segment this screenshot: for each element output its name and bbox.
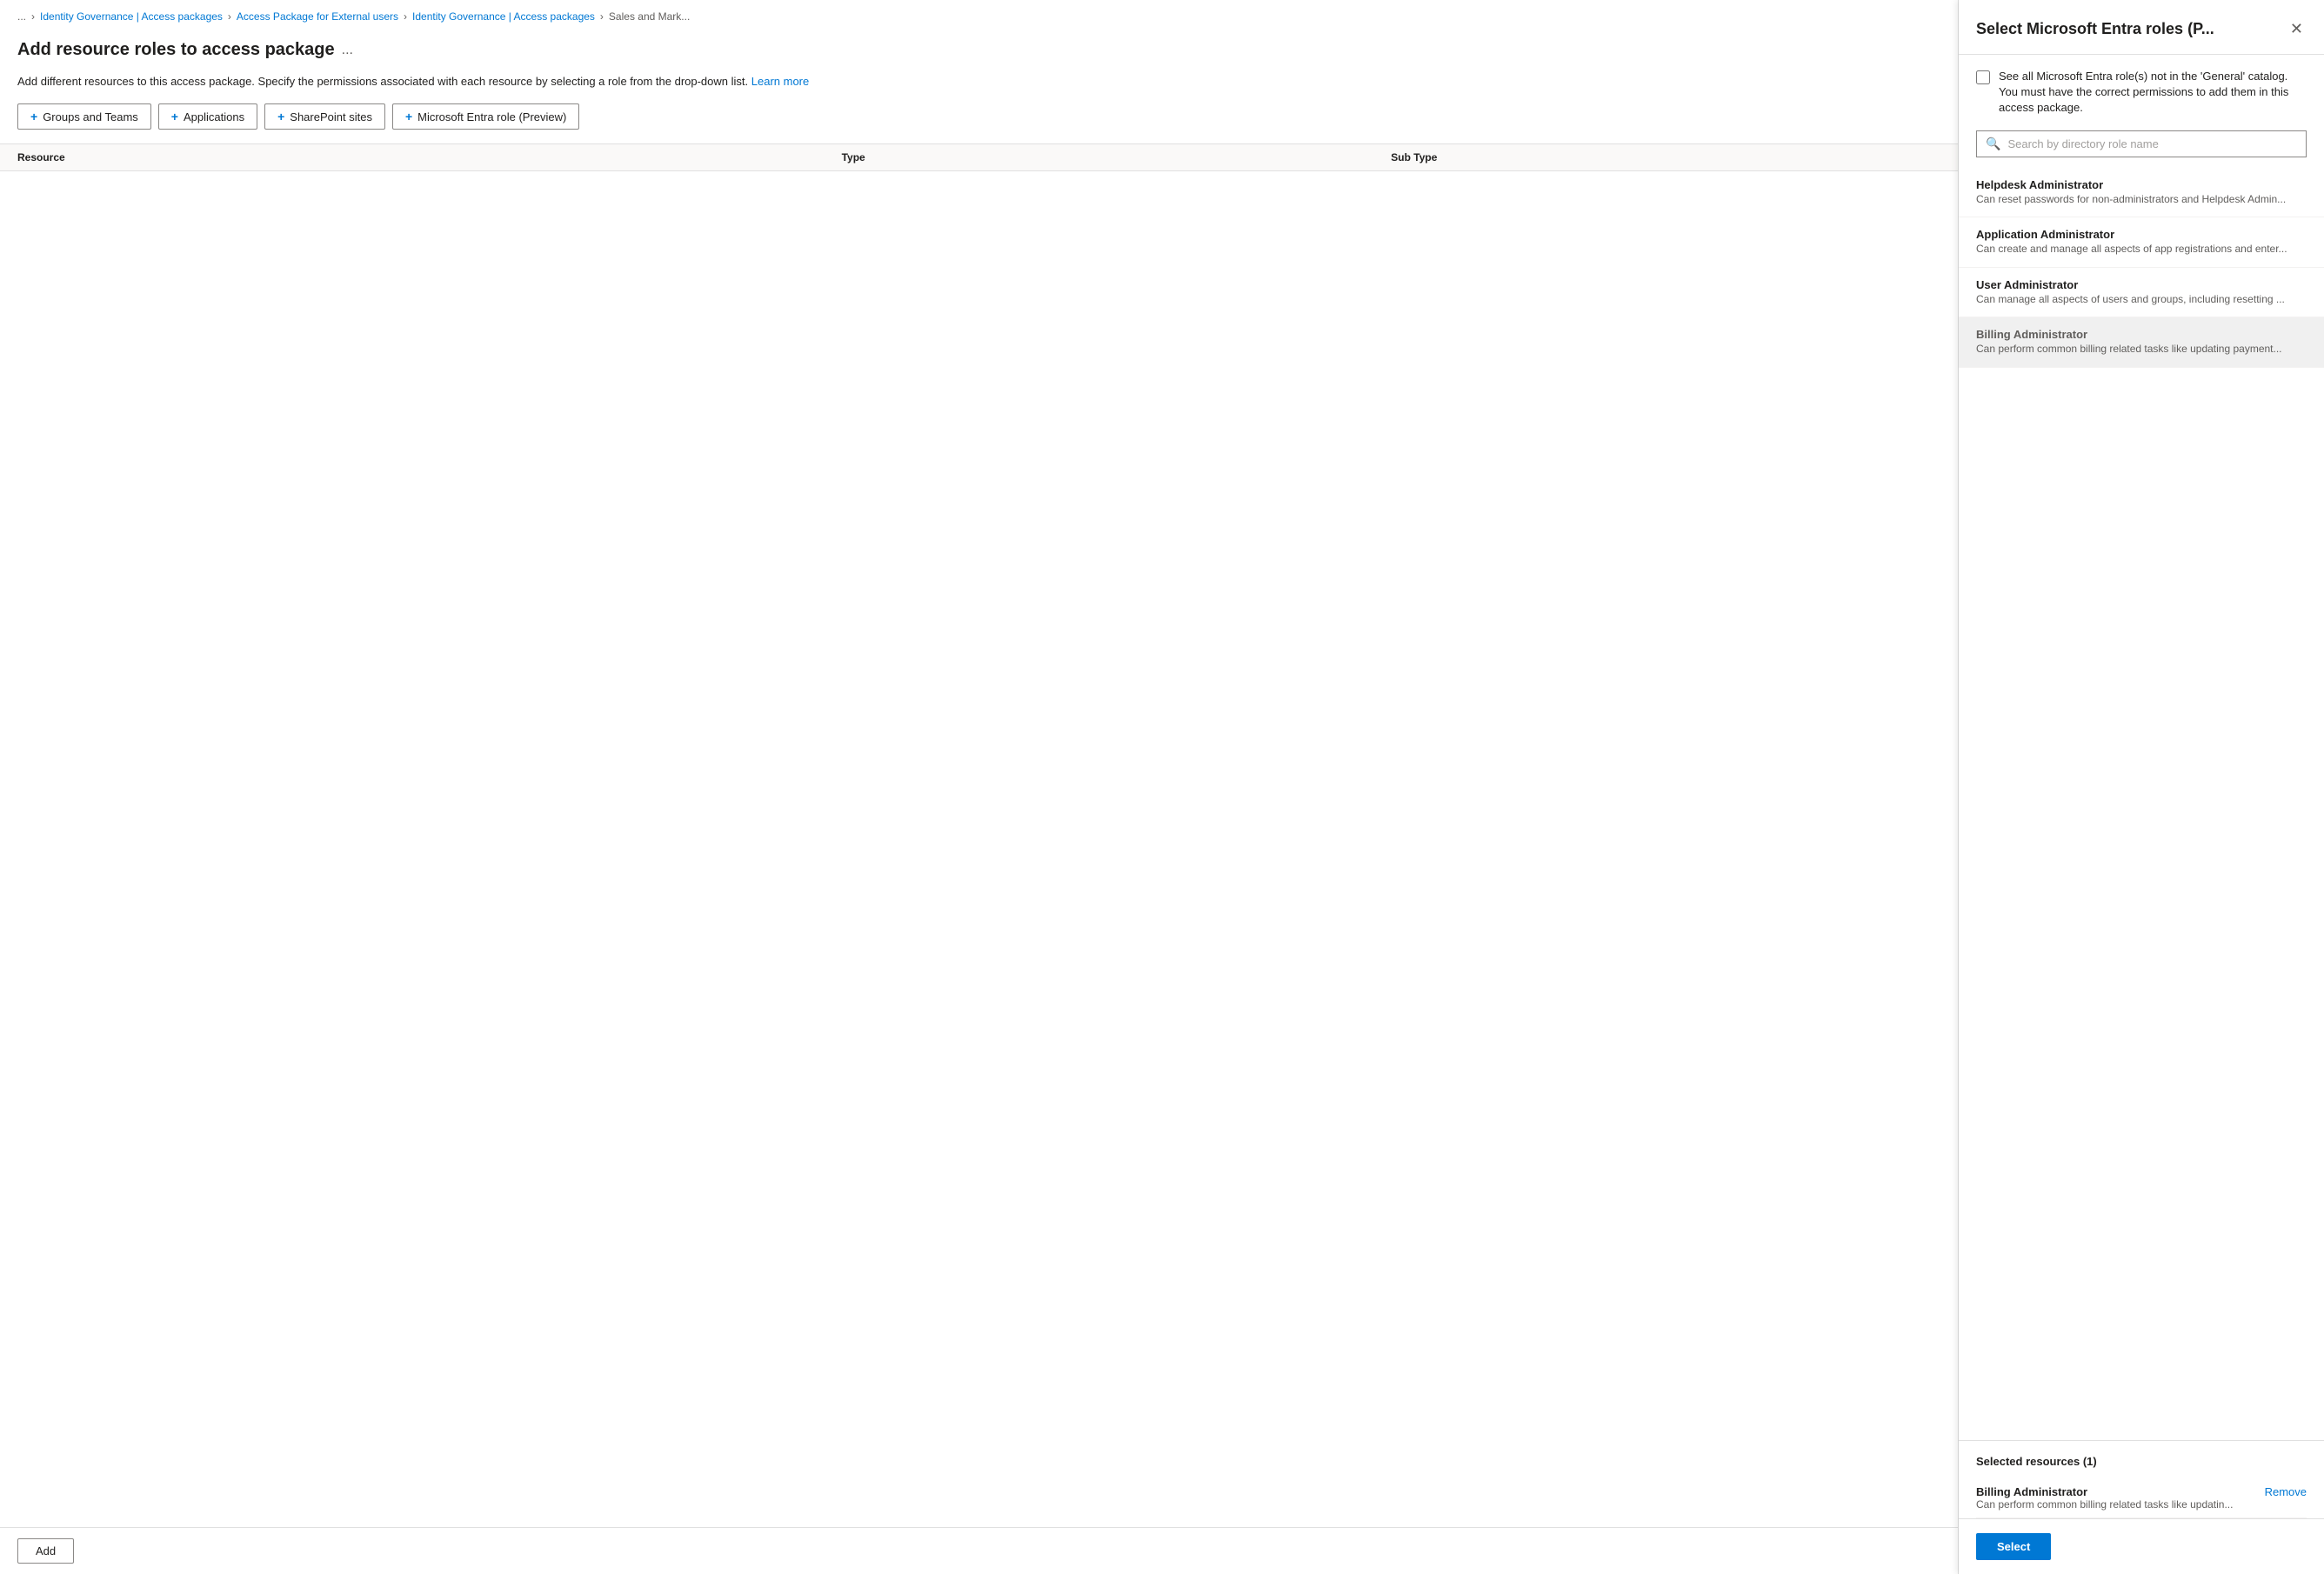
side-panel: Select Microsoft Entra roles (P... ✕ See… [1959,0,2324,1574]
role-item-3[interactable]: Billing Administrator Can perform common… [1959,317,2324,368]
selected-resource-info-0: Billing Administrator Can perform common… [1976,1485,2233,1511]
selected-res-name-0: Billing Administrator [1976,1485,2233,1498]
selected-res-desc-0: Can perform common billing related tasks… [1976,1498,2233,1511]
plus-icon-sharepoint: + [277,110,284,123]
search-input[interactable] [2007,137,2297,150]
search-container: 🔍 [1959,130,2324,168]
role-list: Helpdesk Administrator Can reset passwor… [1959,168,2324,1440]
role-name-1: Application Administrator [1976,228,2307,241]
see-all-roles-row: See all Microsoft Entra role(s) not in t… [1959,55,2324,130]
breadcrumb-item-0[interactable]: Identity Governance | Access packages [40,10,223,23]
breadcrumb-sep-1: › [228,10,231,23]
role-desc-0: Can reset passwords for non-administrato… [1976,193,2307,207]
role-desc-2: Can manage all aspects of users and grou… [1976,293,2307,307]
role-item-2[interactable]: User Administrator Can manage all aspect… [1959,268,2324,318]
see-all-roles-label: See all Microsoft Entra role(s) not in t… [1999,69,2307,117]
select-button[interactable]: Select [1976,1533,2051,1560]
add-button[interactable]: Add [17,1538,74,1564]
search-icon: 🔍 [1986,137,2000,151]
close-button[interactable]: ✕ [2287,17,2307,40]
col-header-type: Type [842,151,1392,163]
role-desc-1: Can create and manage all aspects of app… [1976,243,2307,257]
col-header-resource: Resource [17,151,842,163]
plus-icon-apps: + [171,110,178,123]
groups-teams-button[interactable]: + Groups and Teams [17,103,151,130]
breadcrumb-sep-2: › [404,10,407,23]
role-name-2: User Administrator [1976,278,2307,291]
role-name-3: Billing Administrator [1976,328,2307,341]
breadcrumb-item-1[interactable]: Access Package for External users [237,10,398,23]
search-box: 🔍 [1976,130,2307,157]
breadcrumb-item-3[interactable]: Sales and Mark... [609,10,690,23]
breadcrumb-ellipsis[interactable]: ... [17,10,26,23]
breadcrumb-item-2[interactable]: Identity Governance | Access packages [412,10,595,23]
main-content: ... › Identity Governance | Access packa… [0,0,1959,1574]
bottom-bar: Add [0,1527,1958,1574]
plus-icon-groups: + [30,110,37,123]
sharepoint-label: SharePoint sites [290,110,372,123]
selected-resources-title: Selected resources (1) [1976,1455,2307,1468]
side-panel-title: Select Microsoft Entra roles (P... [1976,20,2214,38]
toolbar: + Groups and Teams + Applications + Shar… [0,103,1958,143]
page-title-area: Add resource roles to access package ... [0,33,1958,74]
role-item-0[interactable]: Helpdesk Administrator Can reset passwor… [1959,168,2324,218]
applications-button[interactable]: + Applications [158,103,257,130]
col-header-subtype: Sub Type [1391,151,1940,163]
entra-role-label: Microsoft Entra role (Preview) [417,110,566,123]
entra-role-button[interactable]: + Microsoft Entra role (Preview) [392,103,579,130]
sharepoint-button[interactable]: + SharePoint sites [264,103,385,130]
role-item-1[interactable]: Application Administrator Can create and… [1959,217,2324,268]
selected-resources-section: Selected resources (1) Billing Administr… [1959,1440,2324,1518]
table-body [0,171,1958,1527]
page-title: Add resource roles to access package [17,40,335,60]
breadcrumb: ... › Identity Governance | Access packa… [0,0,1958,33]
breadcrumb-sep-0: › [31,10,35,23]
applications-label: Applications [184,110,244,123]
page-title-menu[interactable]: ... [342,43,353,58]
role-desc-3: Can perform common billing related tasks… [1976,343,2307,357]
table-header: Resource Type Sub Type [0,143,1958,171]
learn-more-link[interactable]: Learn more [751,75,809,88]
breadcrumb-sep-3: › [600,10,604,23]
selected-resource-item-0: Billing Administrator Can perform common… [1976,1478,2307,1518]
remove-link-0[interactable]: Remove [2265,1485,2307,1498]
page-description: Add different resources to this access p… [0,74,1958,103]
plus-icon-entra: + [405,110,412,123]
see-all-roles-checkbox[interactable] [1976,70,1990,84]
role-name-0: Helpdesk Administrator [1976,178,2307,191]
groups-teams-label: Groups and Teams [43,110,138,123]
side-panel-footer: Select [1959,1518,2324,1574]
side-panel-header: Select Microsoft Entra roles (P... ✕ [1959,0,2324,55]
